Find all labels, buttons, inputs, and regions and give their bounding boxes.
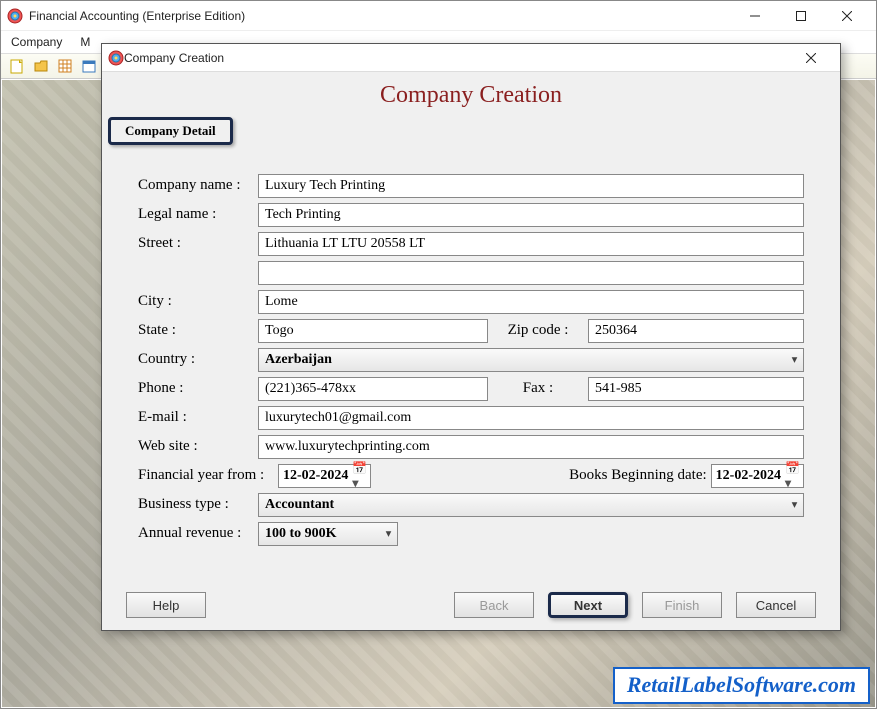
close-button[interactable] — [824, 1, 870, 31]
label-fin-year: Financial year from : — [138, 467, 278, 484]
label-email: E-mail : — [138, 409, 258, 426]
calendar-icon: 📅▾ — [785, 461, 799, 491]
cancel-button[interactable]: Cancel — [736, 592, 816, 618]
label-annual-revenue: Annual revenue : — [138, 525, 258, 542]
books-begin-value: 12-02-2024 — [716, 468, 781, 484]
label-website: Web site : — [138, 438, 258, 455]
menu-m[interactable]: M — [80, 35, 90, 49]
label-fax: Fax : — [488, 380, 588, 397]
phone-input[interactable] — [258, 377, 488, 401]
label-street: Street : — [138, 235, 258, 252]
finish-button[interactable]: Finish — [642, 592, 722, 618]
city-input[interactable] — [258, 290, 804, 314]
calendar-icon: 📅▾ — [352, 461, 366, 491]
toolbar-grid-icon[interactable] — [55, 56, 75, 76]
legal-name-input[interactable] — [258, 203, 804, 227]
watermark: RetailLabelSoftware.com — [613, 667, 870, 704]
label-zip: Zip code : — [488, 322, 588, 339]
app-icon — [7, 8, 23, 24]
business-type-select[interactable]: Accountant ▾ — [258, 493, 804, 517]
help-button[interactable]: Help — [126, 592, 206, 618]
chevron-down-icon: ▾ — [792, 499, 797, 510]
country-select-value: Azerbaijan — [265, 352, 332, 368]
toolbar-open-icon[interactable] — [31, 56, 51, 76]
dialog-button-bar: Help Back Next Finish Cancel — [102, 592, 840, 618]
section-company-detail: Company Detail — [108, 117, 233, 145]
fin-year-value: 12-02-2024 — [283, 468, 348, 484]
chevron-down-icon: ▾ — [386, 528, 391, 539]
toolbar-new-icon[interactable] — [7, 56, 27, 76]
label-country: Country : — [138, 351, 258, 368]
dialog-titlebar: Company Creation — [102, 44, 840, 72]
menu-company[interactable]: Company — [11, 35, 62, 49]
dialog-heading: Company Creation — [102, 72, 840, 117]
back-button[interactable]: Back — [454, 592, 534, 618]
annual-revenue-value: 100 to 900K — [265, 526, 337, 542]
label-company-name: Company name : — [138, 177, 258, 194]
main-window: Financial Accounting (Enterprise Edition… — [0, 0, 877, 709]
books-begin-datepicker[interactable]: 12-02-2024 📅▾ — [711, 464, 804, 488]
business-type-value: Accountant — [265, 497, 334, 513]
main-titlebar: Financial Accounting (Enterprise Edition… — [1, 1, 876, 31]
company-name-input[interactable] — [258, 174, 804, 198]
label-state: State : — [138, 322, 258, 339]
website-input[interactable] — [258, 435, 804, 459]
state-input[interactable] — [258, 319, 488, 343]
toolbar-calendar-icon[interactable] — [79, 56, 99, 76]
dialog-close-button[interactable] — [788, 44, 834, 72]
annual-revenue-select[interactable]: 100 to 900K ▾ — [258, 522, 398, 546]
fin-year-datepicker[interactable]: 12-02-2024 📅▾ — [278, 464, 371, 488]
minimize-button[interactable] — [732, 1, 778, 31]
label-city: City : — [138, 293, 258, 310]
label-phone: Phone : — [138, 380, 258, 397]
dialog-title: Company Creation — [124, 51, 788, 65]
chevron-down-icon: ▾ — [792, 354, 797, 365]
company-form: Company name : Legal name : Street : Cit… — [102, 145, 840, 548]
zip-input[interactable] — [588, 319, 804, 343]
email-input[interactable] — [258, 406, 804, 430]
main-window-title: Financial Accounting (Enterprise Edition… — [29, 9, 732, 23]
street2-input[interactable] — [258, 261, 804, 285]
country-select[interactable]: Azerbaijan ▾ — [258, 348, 804, 372]
label-business-type: Business type : — [138, 496, 258, 513]
dialog-icon — [108, 50, 124, 66]
street-input[interactable] — [258, 232, 804, 256]
fax-input[interactable] — [588, 377, 804, 401]
maximize-button[interactable] — [778, 1, 824, 31]
label-legal-name: Legal name : — [138, 206, 258, 223]
label-books-begin: Books Beginning date: — [569, 467, 707, 484]
company-creation-dialog: Company Creation Company Creation Compan… — [101, 43, 841, 631]
next-button[interactable]: Next — [548, 592, 628, 618]
